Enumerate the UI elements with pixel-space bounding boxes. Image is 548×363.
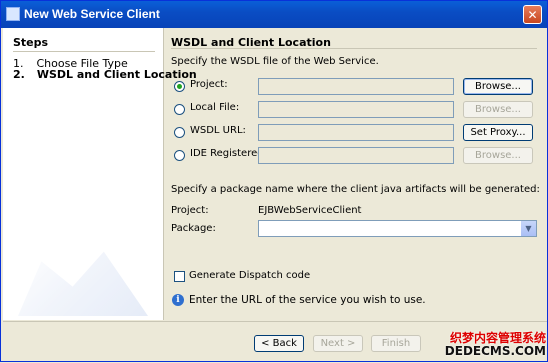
site-watermark: 织梦内容管理系统 DEDECMS.COM [434,329,546,363]
main-content: WSDL and Client Location Specify the WSD… [164,28,545,320]
wsdl-url-field [258,124,454,141]
steps-title: Steps [13,36,49,49]
radio-button-wsdl-url[interactable] [174,127,185,138]
radio-label-wsdl-url: WSDL URL: [190,125,246,136]
back-button[interactable]: < Back [254,335,304,352]
radio-button-local-file[interactable] [174,104,185,115]
step-number: 2. [13,68,25,81]
package-instruction: Specify a package name where the client … [171,184,540,195]
footer-divider [3,321,547,322]
project-field [258,78,454,95]
generate-dispatch-checkbox[interactable] [174,271,185,282]
radio-label-ide-registered: IDE Registered: [190,148,267,159]
package-combo[interactable]: ▼ [258,220,537,237]
local-file-browse-button: Browse... [463,101,533,118]
title-bar[interactable]: New Web Service Client ✕ [1,1,547,28]
ide-registered-field [258,147,454,164]
project-label: Project: [171,205,209,216]
radio-button-ide-registered[interactable] [174,150,185,161]
finish-button: Finish [371,335,421,352]
package-label: Package: [171,223,216,234]
dialog-window: New Web Service Client ✕ Steps 1. Choose… [0,0,548,362]
radio-label-project: Project: [190,79,228,90]
window-title: New Web Service Client [24,7,160,21]
radio-label-local-file: Local File: [190,102,240,113]
info-icon: i [172,294,184,306]
window-icon [6,7,20,21]
project-browse-button[interactable]: Browse... [463,78,533,95]
ide-registered-browse-button: Browse... [463,147,533,164]
wsdl-instruction: Specify the WSDL file of the Web Service… [171,56,379,67]
section-divider [171,48,537,49]
steps-panel: Steps 1. Choose File Type 2. WSDL and Cl… [3,28,197,320]
set-proxy-button[interactable]: Set Proxy... [463,124,533,141]
project-value: EJBWebServiceClient [258,205,362,216]
watermark-text-domain: DEDECMS.COM [444,344,546,358]
decorative-background-shape [18,251,148,316]
close-button[interactable]: ✕ [523,5,542,24]
steps-divider [13,51,155,52]
next-button: Next > [313,335,363,352]
local-file-field [258,101,454,118]
chevron-down-icon[interactable]: ▼ [521,221,536,236]
info-message: Enter the URL of the service you wish to… [189,294,426,306]
generate-dispatch-label: Generate Dispatch code [189,270,311,281]
radio-button-project[interactable] [174,81,185,92]
